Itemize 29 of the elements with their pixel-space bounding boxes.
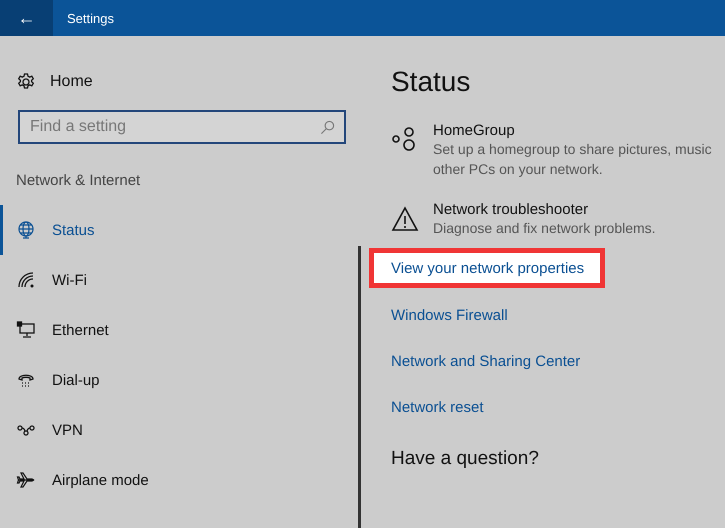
home-link[interactable]: Home (16, 72, 358, 92)
window-title: Settings (67, 10, 114, 26)
link[interactable]: Network and Sharing Center (369, 338, 580, 384)
nav-item[interactable]: Wi-Fi (0, 255, 358, 305)
entry-description: Set up a homegroup to share pictures, music (433, 140, 712, 159)
nav-item[interactable]: Dial-up (0, 355, 358, 405)
wifi-icon (16, 270, 36, 290)
page-heading: Status (391, 66, 472, 98)
globe-icon (16, 220, 36, 240)
warning-icon (391, 205, 419, 233)
scrollbar[interactable] (358, 246, 361, 528)
monitor-icon (16, 320, 36, 340)
link[interactable]: Network reset (369, 384, 484, 430)
section-heading: Have a question? (391, 448, 540, 470)
section-heading: Network & Internet (16, 172, 142, 189)
entry-title[interactable]: HomeGroup (433, 122, 712, 139)
nav-item[interactable]: VPN (0, 405, 358, 455)
entry-description: other PCs on your network. (433, 160, 604, 179)
highlighted-link[interactable]: View your network properties (369, 248, 606, 288)
entry-description: Diagnose and fix network problems. (433, 219, 656, 238)
back-button[interactable]: ← (0, 0, 53, 36)
search-icon (320, 120, 335, 135)
nav-item[interactable]: Status (0, 205, 358, 255)
airplane-icon (16, 470, 36, 490)
nav-item[interactable]: Ethernet (0, 305, 358, 355)
nav-item[interactable]: Airplane mode (0, 455, 358, 505)
link[interactable]: Windows Firewall (369, 292, 508, 338)
search-field[interactable]: Find a setting (18, 110, 346, 144)
entry-title[interactable]: Network troubleshooter (433, 201, 656, 218)
